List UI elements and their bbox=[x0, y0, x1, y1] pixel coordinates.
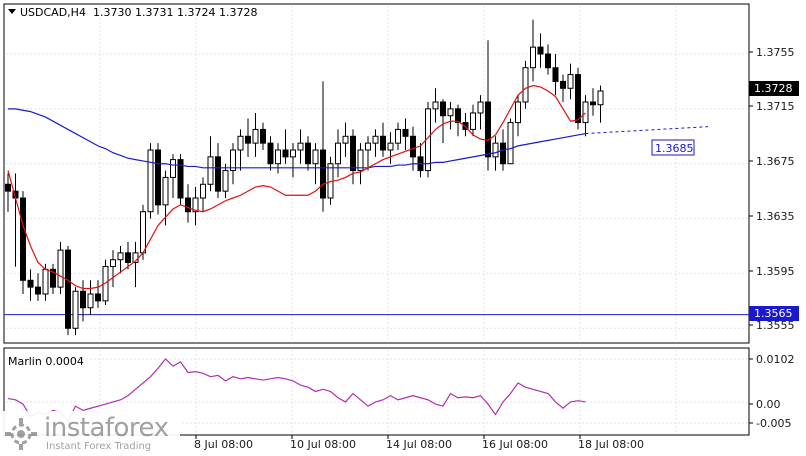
candle-body bbox=[35, 286, 41, 295]
price-axis-label: 1.3595 bbox=[756, 265, 795, 278]
candle-body bbox=[537, 46, 544, 55]
oscillator-axis-label: -0.005 bbox=[756, 417, 791, 430]
candle-body bbox=[27, 279, 34, 288]
candle-body bbox=[470, 112, 476, 130]
candle-body bbox=[125, 252, 131, 263]
price-axis-label: 1.3675 bbox=[756, 155, 795, 168]
oscillator-axis-label: 0.00 bbox=[756, 398, 781, 411]
candle-body bbox=[342, 135, 349, 144]
candle-body bbox=[402, 128, 409, 137]
candle-body bbox=[260, 128, 266, 144]
candle-body bbox=[117, 252, 124, 261]
candle-body bbox=[207, 156, 214, 185]
price-axis-label: 1.3715 bbox=[756, 100, 795, 113]
level-price-label: 1.3565 bbox=[754, 307, 793, 320]
candle-body bbox=[447, 108, 454, 117]
candle-body bbox=[305, 142, 311, 165]
candle-body bbox=[410, 135, 416, 158]
price-axis-label: 1.3635 bbox=[756, 210, 795, 223]
logo-brand-name: instaforex bbox=[44, 413, 169, 443]
ma-value-label: 1.3685 bbox=[655, 142, 694, 155]
candle-body bbox=[432, 101, 439, 110]
candle-body bbox=[477, 101, 484, 114]
candle-body bbox=[80, 290, 86, 309]
candle-body bbox=[312, 149, 319, 165]
candle-body bbox=[515, 101, 521, 124]
candle-body bbox=[567, 74, 574, 89]
candle-body bbox=[245, 135, 251, 144]
candle-body bbox=[350, 135, 356, 172]
candle-body bbox=[42, 268, 49, 295]
candle-body bbox=[597, 90, 604, 106]
candle-body bbox=[365, 142, 371, 151]
candle-body bbox=[215, 156, 221, 192]
candle-body bbox=[5, 183, 11, 192]
time-axis-label: 16 Jul 08:00 bbox=[482, 438, 548, 451]
time-axis-label: 14 Jul 08:00 bbox=[386, 438, 452, 451]
candle-body bbox=[335, 142, 341, 165]
candle-body bbox=[155, 149, 161, 206]
candle-body bbox=[237, 135, 244, 151]
candle-body bbox=[87, 293, 94, 309]
current-price-label: 1.3728 bbox=[754, 82, 793, 95]
candle-body bbox=[380, 135, 386, 151]
oscillator-axis-label: 0.0102 bbox=[756, 353, 795, 366]
candle-body bbox=[552, 67, 559, 82]
candle-body bbox=[507, 122, 514, 165]
candle-body bbox=[545, 53, 551, 69]
candle-body bbox=[222, 170, 229, 192]
candle-body bbox=[455, 108, 461, 124]
symbol-timeframe: USDCAD,H4 bbox=[20, 6, 86, 19]
candle-body bbox=[252, 128, 259, 144]
candle-body bbox=[320, 149, 326, 199]
candle-body bbox=[147, 149, 154, 213]
candle-body bbox=[440, 101, 446, 117]
time-axis-label: 18 Jul 08:00 bbox=[578, 438, 644, 451]
candle-body bbox=[575, 74, 581, 124]
candle-body bbox=[110, 259, 116, 268]
candle-body bbox=[297, 142, 304, 151]
candle-body bbox=[170, 159, 176, 178]
candle-body bbox=[65, 249, 71, 329]
candle-body bbox=[20, 197, 26, 281]
candle-body bbox=[530, 46, 536, 69]
candle-body bbox=[590, 101, 596, 106]
candle-body bbox=[387, 142, 394, 151]
candle-body bbox=[500, 142, 506, 165]
candle-body bbox=[282, 149, 289, 158]
candle-body bbox=[582, 101, 589, 124]
candle-body bbox=[485, 101, 491, 158]
candle-body bbox=[185, 197, 191, 213]
candle-body bbox=[492, 142, 499, 158]
candle-body bbox=[267, 142, 274, 165]
candle-body bbox=[290, 149, 296, 158]
candle-body bbox=[72, 290, 79, 329]
candle-body bbox=[162, 176, 169, 206]
candle-body bbox=[560, 80, 566, 89]
logo-tagline: Instant Forex Trading bbox=[46, 441, 152, 452]
ohlc-values: 1.3730 1.3731 1.3724 1.3728 bbox=[93, 6, 257, 19]
instaforex-logo: instaforex Instant Forex Trading bbox=[0, 411, 180, 456]
candle-body bbox=[200, 183, 206, 199]
oscillator-label: Marlin 0.0004 bbox=[8, 355, 84, 368]
candle-body bbox=[140, 211, 146, 254]
time-axis-label: 8 Jul 08:00 bbox=[194, 438, 253, 451]
candle-body bbox=[372, 135, 379, 144]
candle-body bbox=[57, 249, 64, 288]
price-axis-label: 1.3755 bbox=[756, 46, 795, 59]
candle-body bbox=[275, 149, 281, 165]
price-chart[interactable]: USDCAD,H4 1.3730 1.3731 1.3724 1.3728 Ma… bbox=[0, 0, 806, 456]
time-axis-label: 10 Jul 08:00 bbox=[290, 438, 356, 451]
candle-body bbox=[95, 293, 101, 302]
candle-body bbox=[395, 128, 401, 144]
candle-body bbox=[522, 67, 529, 103]
instaforex-logo-icon bbox=[4, 417, 38, 451]
